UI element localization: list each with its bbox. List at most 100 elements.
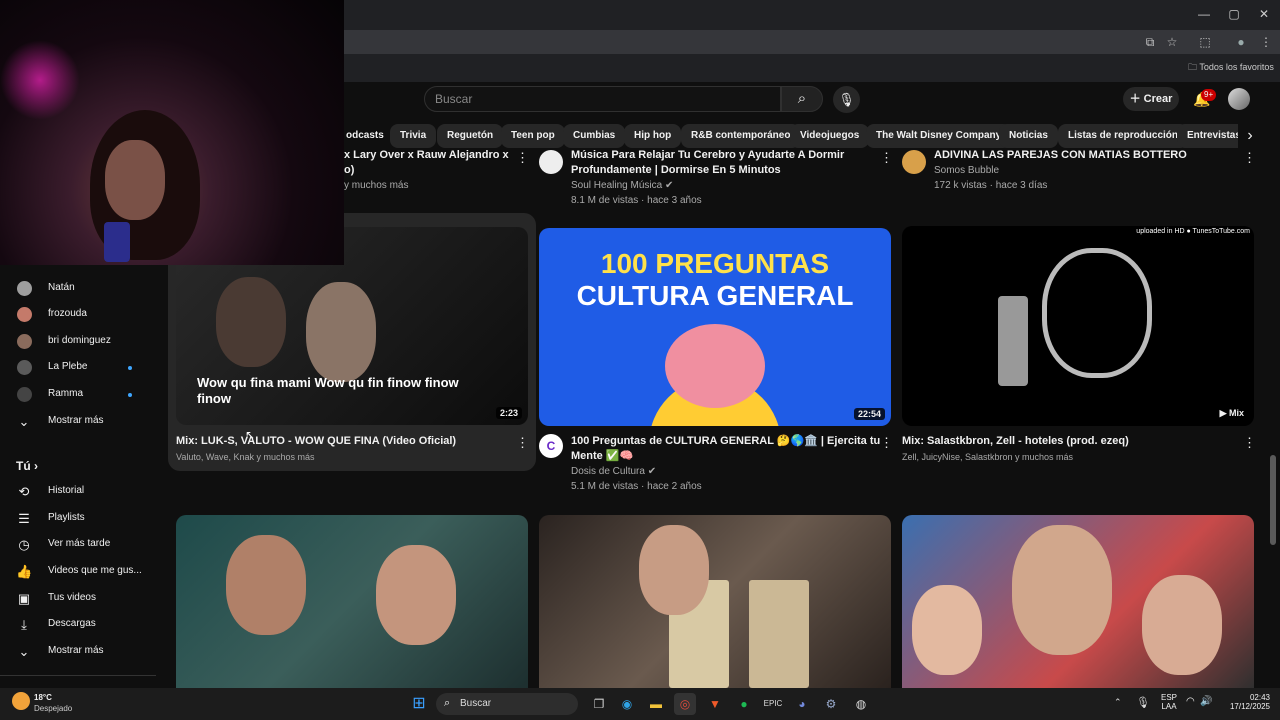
windows-start-icon[interactable]: ⊞	[408, 693, 430, 715]
video-title[interactable]: 100 Preguntas de CULTURA GENERAL 🤔🌎🏛️ | …	[571, 434, 880, 449]
chip[interactable]: Videojuegos	[790, 124, 870, 148]
star-icon[interactable]: ☆	[1163, 33, 1181, 51]
video-title[interactable]: o)	[344, 163, 354, 178]
sidebar-item-frozouda[interactable]: frozouda	[0, 302, 160, 328]
sidebar-item-your-videos[interactable]: ▣ Tus videos	[0, 586, 160, 612]
search-input[interactable]: Buscar	[424, 86, 781, 112]
profile-icon[interactable]: ●	[1232, 33, 1250, 51]
chip[interactable]: The Walt Disney Company	[866, 124, 1012, 148]
video-thumbnail[interactable]: uploaded in HD ● TunesToTube.com ▶ Mix	[902, 226, 1254, 426]
playlist-icon: ▶	[1219, 408, 1229, 418]
weather-temp[interactable]: 18°C	[34, 693, 52, 702]
plus-icon: ＋	[1129, 93, 1144, 105]
channel-avatar[interactable]	[902, 150, 926, 174]
chrome-icon[interactable]: ◎	[674, 693, 696, 715]
clock[interactable]: 02:43 17/12/2025	[1228, 693, 1270, 711]
steam-icon[interactable]: ⚙	[820, 693, 842, 715]
create-button[interactable]: ＋ Crear	[1123, 87, 1179, 111]
weather-icon[interactable]	[12, 692, 30, 710]
account-avatar[interactable]	[1228, 88, 1250, 110]
discord-icon[interactable]: ◕	[791, 693, 813, 715]
channel-avatar	[17, 307, 32, 322]
chip[interactable]: Trivia	[390, 124, 437, 148]
sidebar-item-history[interactable]: ⟲ Historial	[0, 479, 160, 505]
sidebar-item-watch-later[interactable]: ◷ Ver más tarde	[0, 532, 160, 558]
wifi-icon[interactable]: ◠	[1186, 696, 1195, 707]
video-title[interactable]: Música Para Relajar Tu Cerebro y Ayudart…	[571, 148, 844, 163]
chip[interactable]: Reguetón	[437, 124, 504, 148]
channel-name[interactable]: Dosis de Cultura ✔	[571, 464, 656, 479]
video-title[interactable]: ADIVINA LAS PAREJAS CON MATIAS BOTTERO	[934, 148, 1187, 163]
volume-icon[interactable]: 🔊	[1200, 696, 1212, 707]
sidebar-item-downloads[interactable]: ⤓ Descargas	[0, 612, 160, 638]
channel-name[interactable]: Somos Bubble	[934, 163, 999, 178]
sidebar-item-bri-dominguez[interactable]: bri dominguez	[0, 329, 160, 355]
video-title[interactable]: Mix: Salastkbron, Zell - hoteles (prod. …	[902, 434, 1129, 449]
channel-name[interactable]: Soul Healing Música ✔	[571, 178, 673, 193]
file-explorer-icon[interactable]: ▬	[645, 693, 667, 715]
video-thumbnail[interactable]	[539, 515, 891, 688]
video-stats: 172 k vistas · hace 3 días	[934, 180, 1048, 191]
chip[interactable]: R&B contemporáneo	[681, 124, 801, 148]
channel-avatar	[17, 281, 32, 296]
channel-avatar	[17, 360, 32, 375]
verified-icon: ✔	[664, 180, 674, 191]
chevron-down-icon: ⌄	[18, 644, 30, 659]
video-thumbnail[interactable]	[902, 515, 1254, 688]
more-vert-icon[interactable]: ⋮	[1243, 150, 1256, 166]
channel-avatar	[17, 387, 32, 402]
microphone-icon[interactable]: 🎙	[833, 86, 860, 113]
brave-icon[interactable]: ▼	[704, 693, 726, 715]
menu-icon[interactable]: ⋮	[1257, 33, 1275, 51]
webcam-overlay	[0, 0, 344, 265]
more-vert-icon[interactable]: ⋮	[516, 435, 529, 451]
task-view-icon[interactable]: ❐	[588, 693, 610, 715]
chip[interactable]: Noticias	[999, 124, 1058, 148]
sidebar-item-playlists[interactable]: ☰ Playlists	[0, 506, 160, 532]
sidebar-show-more[interactable]: ⌄ Mostrar más	[0, 409, 160, 435]
video-thumbnail[interactable]: 100 PREGUNTAS CULTURA GENERAL 22:54	[539, 228, 891, 426]
sidebar-item-ramma[interactable]: Ramma	[0, 382, 160, 408]
sidebar-item-la-plebe[interactable]: La Plebe	[0, 355, 160, 381]
cast-icon[interactable]: ⧉	[1141, 33, 1159, 51]
language-indicator[interactable]: ESP LAA	[1160, 693, 1178, 711]
sidebar-show-more-2[interactable]: ⌄ Mostrar más	[0, 639, 160, 665]
video-thumbnail[interactable]	[176, 515, 528, 688]
microphone-tray-icon[interactable]: 🎙	[1136, 696, 1150, 709]
chevron-up-icon[interactable]: ⌃	[1114, 697, 1122, 708]
channel-avatar[interactable]	[539, 150, 563, 174]
obs-icon[interactable]: ◍	[850, 693, 872, 715]
chip[interactable]: Hip hop	[624, 124, 682, 148]
chip[interactable]: Cumbias	[563, 124, 626, 148]
sidebar-you-header[interactable]: Tú ›	[16, 459, 38, 473]
extensions-icon[interactable]: ⬚	[1196, 33, 1214, 51]
more-vert-icon[interactable]: ⋮	[880, 150, 893, 166]
sidebar-item-liked-videos[interactable]: 👍 Videos que me gus...	[0, 559, 160, 585]
chip[interactable]: Listas de reproducción	[1058, 124, 1189, 148]
video-title[interactable]: Profundamente | Dormirse En 5 Minutos	[571, 163, 781, 178]
taskbar-search[interactable]: Buscar	[436, 693, 578, 715]
all-bookmarks-link[interactable]: 🗀 Todos los favoritos	[1188, 60, 1274, 76]
epic-games-icon[interactable]: EPIC	[762, 693, 784, 715]
search-icon[interactable]: ⌕	[781, 86, 823, 112]
sidebar-item-natan[interactable]: Natán	[0, 276, 160, 302]
maximize-icon[interactable]: ▢	[1224, 5, 1244, 23]
close-icon[interactable]: ✕	[1254, 5, 1274, 23]
channel-avatar[interactable]: C	[539, 434, 563, 458]
chip[interactable]: odcasts	[344, 124, 394, 148]
chevron-right-icon[interactable]: ›	[1238, 124, 1262, 148]
video-title[interactable]: Mix: LUK-S, VALUTO - WOW QUE FINA (Video…	[176, 434, 456, 449]
more-vert-icon[interactable]: ⋮	[1243, 435, 1256, 451]
brain-illustration	[665, 324, 765, 408]
edge-icon[interactable]: ◉	[616, 693, 638, 715]
minimize-icon[interactable]: —	[1194, 5, 1214, 23]
sidebar-divider	[0, 675, 156, 676]
thumbnail-caption: Wow qu fina mami Wow qu fin finow finow …	[197, 375, 459, 406]
chip[interactable]: Teen pop	[501, 124, 565, 148]
video-title[interactable]: Mente ✅🧠	[571, 449, 633, 464]
more-vert-icon[interactable]: ⋮	[880, 435, 893, 451]
scrollbar-thumb[interactable]	[1270, 455, 1276, 545]
spotify-icon[interactable]: ●	[733, 693, 755, 715]
video-title[interactable]: x Lary Over x Rauw Alejandro x	[344, 148, 509, 163]
more-vert-icon[interactable]: ⋮	[516, 150, 529, 166]
